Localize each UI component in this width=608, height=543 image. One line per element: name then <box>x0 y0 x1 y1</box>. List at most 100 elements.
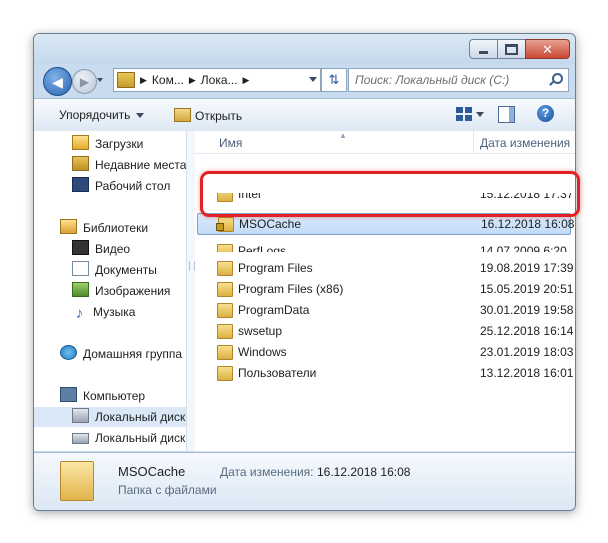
file-date: 13.12.2018 16:01 <box>480 366 574 380</box>
close-icon: ✕ <box>542 41 553 57</box>
organize-button[interactable]: Упорядочить <box>59 108 145 122</box>
table-row[interactable]: Program Files (x86) 15.05.2019 20:51 <box>197 279 574 299</box>
details-date-label: Дата изменения: <box>220 465 314 479</box>
file-name: Пользователи <box>238 366 317 380</box>
breadcrumb-local-disk[interactable]: Лока... <box>201 73 238 87</box>
nav-label: Изображения <box>95 284 171 298</box>
details-date-value: 16.12.2018 16:08 <box>317 465 411 479</box>
nav-item-libraries[interactable]: Библиотеки <box>34 218 148 238</box>
desktop-icon <box>72 177 89 192</box>
table-row[interactable]: swsetup 25.12.2018 16:14 <box>197 321 574 341</box>
maximize-button[interactable] <box>497 39 526 59</box>
libraries-icon <box>60 219 77 234</box>
nav-item-downloads[interactable]: Загрузки <box>34 134 143 154</box>
table-row[interactable]: ProgramData 30.01.2019 19:58 <box>197 300 573 320</box>
nav-label: Рабочий стол <box>95 179 171 193</box>
chevron-right-icon[interactable]: ▶ <box>189 75 196 86</box>
file-name: PerfLogs <box>238 244 287 252</box>
file-date: 15.05.2019 20:51 <box>480 282 574 296</box>
folder-icon <box>217 303 233 318</box>
nav-item-local-disk-c[interactable]: Локальный диск <box>34 407 186 427</box>
view-options-icon[interactable] <box>456 107 472 121</box>
nav-item-documents[interactable]: Документы <box>34 260 157 280</box>
homegroup-icon <box>60 345 77 360</box>
explorer-window: ✕ ◀ ▶ ▶ Ком... ▶ Лока... ▶ ⇅ Поиск: Лока… <box>33 33 576 511</box>
nav-label: Компьютер <box>83 389 146 403</box>
minimize-button[interactable] <box>469 39 498 59</box>
nav-item-video[interactable]: Видео <box>34 239 130 259</box>
address-bar[interactable]: ▶ Ком... ▶ Лока... ▶ <box>113 68 321 92</box>
nav-item-recent[interactable]: Недавние места <box>34 155 186 175</box>
chevron-right-icon[interactable]: ▶ <box>243 75 250 86</box>
column-divider[interactable] <box>473 131 474 153</box>
drive-icon <box>117 72 135 88</box>
nav-item-local-disk-d[interactable]: Локальный диск <box>34 428 185 448</box>
file-date: 19.08.2019 17:39 <box>480 261 574 275</box>
back-button[interactable]: ◀ <box>43 67 72 96</box>
column-name[interactable]: Имя <box>219 136 242 150</box>
table-row[interactable]: Пользователи 13.12.2018 16:01 <box>197 363 574 383</box>
nav-item-homegroup[interactable]: Домашняя группа <box>34 344 182 364</box>
file-name: Windows <box>238 345 287 359</box>
search-input[interactable]: Поиск: Локальный диск (C:) <box>348 68 569 92</box>
nav-label: Домашняя группа <box>83 347 183 361</box>
details-item-name: MSOCache <box>118 464 186 479</box>
column-date-modified[interactable]: Дата изменения <box>480 136 570 150</box>
recent-pages-dropdown[interactable] <box>97 78 103 82</box>
folder-icon <box>217 324 233 339</box>
breadcrumb-computer[interactable]: Ком... <box>152 73 184 87</box>
forward-button[interactable]: ▶ <box>72 69 97 94</box>
nav-label: Недавние места <box>95 158 186 172</box>
file-name: swsetup <box>238 324 283 338</box>
refresh-button[interactable]: ⇅ <box>321 68 347 92</box>
preview-pane-icon[interactable] <box>498 106 515 123</box>
open-button[interactable]: Открыть <box>174 108 242 123</box>
nav-item-computer[interactable]: Компьютер <box>34 386 145 406</box>
close-button[interactable]: ✕ <box>525 39 570 59</box>
command-bar: Упорядочить Открыть ? <box>34 98 575 132</box>
organize-label: Упорядочить <box>59 108 131 122</box>
folder-icon <box>60 461 94 501</box>
search-icon[interactable] <box>548 73 563 87</box>
sort-arrow-icon: ▲ <box>339 131 347 140</box>
nav-label: Видео <box>95 242 131 256</box>
system-drive-icon <box>72 408 89 423</box>
recent-places-icon <box>72 156 89 171</box>
file-name: ProgramData <box>238 303 310 317</box>
nav-item-images[interactable]: Изображения <box>34 281 170 301</box>
nav-label: Библиотеки <box>83 221 149 235</box>
images-icon <box>72 282 89 297</box>
search-placeholder: Поиск: Локальный диск (C:) <box>355 73 510 87</box>
file-date: 14.07.2009 6:20 <box>480 244 567 252</box>
open-label: Открыть <box>195 109 243 123</box>
table-row[interactable]: Program Files 19.08.2019 17:39 <box>197 258 574 278</box>
table-row[interactable]: PerfLogs 14.07.2009 6:20 <box>197 243 571 252</box>
pane-splitter[interactable] <box>186 131 195 451</box>
nav-label: Документы <box>95 263 157 277</box>
address-dropdown[interactable] <box>309 77 317 82</box>
view-dropdown[interactable] <box>476 112 484 117</box>
folder-icon <box>217 261 233 276</box>
help-icon[interactable]: ? <box>537 105 554 122</box>
file-date: 25.12.2018 16:14 <box>480 324 574 338</box>
minimize-icon <box>479 50 488 54</box>
details-pane: MSOCache Папка с файлами Дата изменения:… <box>34 452 575 510</box>
drive-icon <box>72 433 89 444</box>
address-row: ◀ ▶ ▶ Ком... ▶ Лока... ▶ ⇅ Поиск: Локаль… <box>34 64 575 98</box>
locked-folder-icon <box>216 217 234 232</box>
nav-label: Локальный диск <box>95 431 186 445</box>
nav-item-music[interactable]: ♪ Музыка <box>34 302 136 322</box>
table-row[interactable]: Windows 23.01.2019 18:03 <box>197 342 574 362</box>
folder-open-icon <box>174 108 191 122</box>
video-icon <box>72 240 89 255</box>
navigation-pane: Загрузки Недавние места Рабочий стол Биб… <box>34 131 186 451</box>
chevron-right-icon[interactable]: ▶ <box>140 75 147 86</box>
highlight-frame <box>200 171 580 217</box>
column-header: ▲ Имя Дата изменения <box>195 131 575 154</box>
caption-buttons: ✕ <box>469 39 570 59</box>
title-bar[interactable]: ✕ <box>34 34 575 64</box>
file-name: Program Files <box>238 261 313 275</box>
nav-label: Локальный диск <box>95 410 186 424</box>
nav-item-desktop[interactable]: Рабочий стол <box>34 176 170 196</box>
file-date: 23.01.2019 18:03 <box>480 345 574 359</box>
